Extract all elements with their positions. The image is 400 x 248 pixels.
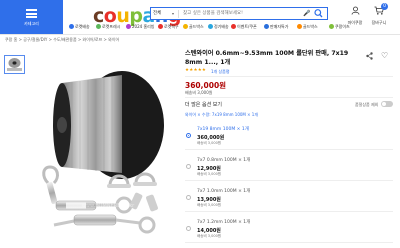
option-radio[interactable]: [186, 226, 191, 231]
option-item[interactable]: 7x7 1.2mm 100M × 1개 14,000원 배송비 3,000원: [185, 213, 393, 243]
quick-links-bar: 로켓배송 로켓프레시 2024 홈리빙 로켓직구 골드박스 정기배송 이벤트/쿠폰 판매자특가…: [69, 24, 359, 32]
quick-link-label: 판매자특가: [270, 24, 289, 29]
option-shipping: 배송비 3,000원: [197, 234, 222, 238]
quick-link-label: 이벤트/쿠폰: [237, 24, 257, 29]
option-item[interactable]: 7x7 0.8mm 100M × 1개 12,900원 배송비 3,000원: [185, 151, 393, 181]
quick-link[interactable]: 정기배송: [208, 24, 229, 30]
quick-link-label: 로켓프레시: [102, 24, 121, 29]
category-label: 카테고리: [24, 21, 39, 26]
mypage-button[interactable]: 마이쿠팡: [344, 6, 366, 26]
option-shipping: 배송비 3,000원: [197, 141, 222, 145]
quick-link-icon: [126, 24, 131, 29]
chevron-down-icon: ▾: [172, 11, 175, 16]
share-icon[interactable]: [366, 52, 373, 62]
quick-link[interactable]: 골드박스: [183, 24, 204, 30]
option-price: 12,900원: [197, 166, 221, 172]
option-price: 13,900원: [197, 197, 221, 203]
quick-link-icon: [69, 24, 74, 29]
exclude-soldout-toggle[interactable]: [381, 101, 393, 107]
menu-icon: [26, 9, 37, 18]
quick-link-icon: [329, 24, 334, 29]
selected-option-summary: 와이어 × 수량: 7x19 8mm 100M × 1개: [185, 112, 259, 117]
quick-link-label: 골드박스: [189, 24, 204, 29]
image-watermark: www.BOMNERE.co.kr: [82, 203, 135, 209]
category-menu-button[interactable]: 카테고리: [0, 0, 63, 34]
quick-link-icon: [297, 24, 302, 29]
quick-link-icon: [231, 24, 236, 29]
product-page: 카테고리 coupang 전체 ▾ 🎤 마이쿠팡 0 장바구니 로켓배송로켓: [0, 0, 400, 248]
divider: [185, 97, 393, 98]
search-bar: 전체 ▾ 🎤: [150, 7, 328, 20]
option-name: 7x7 0.8mm 100M × 1개: [197, 158, 251, 163]
heart-icon[interactable]: ♡: [381, 51, 388, 60]
quick-link[interactable]: 로켓프레시: [96, 24, 120, 30]
option-name: 7x19 8mm 100M × 1개: [197, 127, 249, 132]
quick-link-label: 로켓배송: [75, 24, 90, 29]
quick-link-icon: [96, 24, 101, 29]
quick-link-label: 골드박스: [303, 24, 318, 29]
option-shipping: 배송비 3,000원: [197, 172, 222, 176]
quick-link[interactable]: 쿠팡이츠: [329, 24, 350, 30]
option-name: 7x7 1.0mm 100M × 1개: [197, 189, 251, 194]
search-input[interactable]: [183, 9, 303, 18]
quick-link-icon: [264, 24, 269, 29]
user-icon: [344, 6, 366, 18]
quick-link-label: 로켓직구: [164, 24, 179, 29]
quick-link-label: 쿠팡이츠: [335, 24, 350, 29]
cart-button[interactable]: 0 장바구니: [368, 3, 390, 26]
shipping-fee: 배송비 3,000원: [185, 90, 213, 95]
option-name: 7x7 1.2mm 100M × 1개: [197, 220, 251, 225]
header-divider: [0, 34, 400, 35]
quick-link-label: 2024 홈리빙: [132, 24, 155, 29]
quick-link[interactable]: 로켓배송: [69, 24, 90, 30]
cart-icon: 0: [368, 3, 390, 18]
search-icon[interactable]: [314, 8, 323, 21]
option-item[interactable]: 7x19 8mm 100M × 1개 360,000원 배송비 3,000원: [185, 120, 393, 150]
cart-label: 장바구니: [371, 20, 387, 25]
quick-link-label: 정기배송: [214, 24, 229, 29]
thumbnail-list: [4, 55, 34, 99]
option-item[interactable]: 7x7 1.0mm 100M × 1개 13,900원 배송비 3,000원: [185, 182, 393, 212]
product-main-image[interactable]: www.BOMNERE.co.kr: [40, 55, 172, 245]
cart-count-badge: 0: [381, 3, 388, 10]
divider: [185, 76, 393, 77]
quick-link[interactable]: 이벤트/쿠폰: [231, 24, 257, 30]
rating-stars: ★★★★★: [185, 68, 207, 73]
option-radio[interactable]: [186, 195, 191, 200]
breadcrumb: 쿠팡 홈 > 공구/철물/DIY > 수도/배관용품 > 와이어/로프 > 와이…: [5, 37, 120, 42]
quick-link[interactable]: 로켓직구: [158, 24, 179, 30]
quick-link[interactable]: 골드박스: [297, 24, 318, 30]
option-price: 14,000원: [197, 228, 221, 234]
more-options-heading: 더 많은 옵션 보기: [185, 102, 222, 108]
quick-link[interactable]: 2024 홈리빙: [126, 24, 155, 30]
site-header: 카테고리 coupang 전체 ▾ 🎤 마이쿠팡 0 장바구니 로켓배송로켓: [0, 0, 400, 52]
microphone-icon[interactable]: 🎤: [303, 10, 310, 17]
product-title: 스텐와이어 0.6mm~9.53mm 100M 롤단위 판매, 7x19 8mm…: [185, 50, 349, 66]
search-category-select[interactable]: 전체: [153, 10, 179, 18]
option-radio[interactable]: [186, 164, 191, 169]
quick-link-icon: [183, 24, 188, 29]
review-count-link[interactable]: 1개 상품평: [211, 69, 230, 75]
exclude-soldout-label: 품절상품 제외: [355, 102, 379, 107]
quick-link[interactable]: 판매자특가: [264, 24, 288, 30]
rigging-hardware: [42, 165, 158, 234]
option-price: 360,000원: [197, 135, 225, 141]
option-radio[interactable]: [186, 133, 191, 138]
quick-link-icon: [158, 24, 163, 29]
quick-link-icon: [208, 24, 213, 29]
option-shipping: 배송비 3,000원: [197, 203, 222, 207]
